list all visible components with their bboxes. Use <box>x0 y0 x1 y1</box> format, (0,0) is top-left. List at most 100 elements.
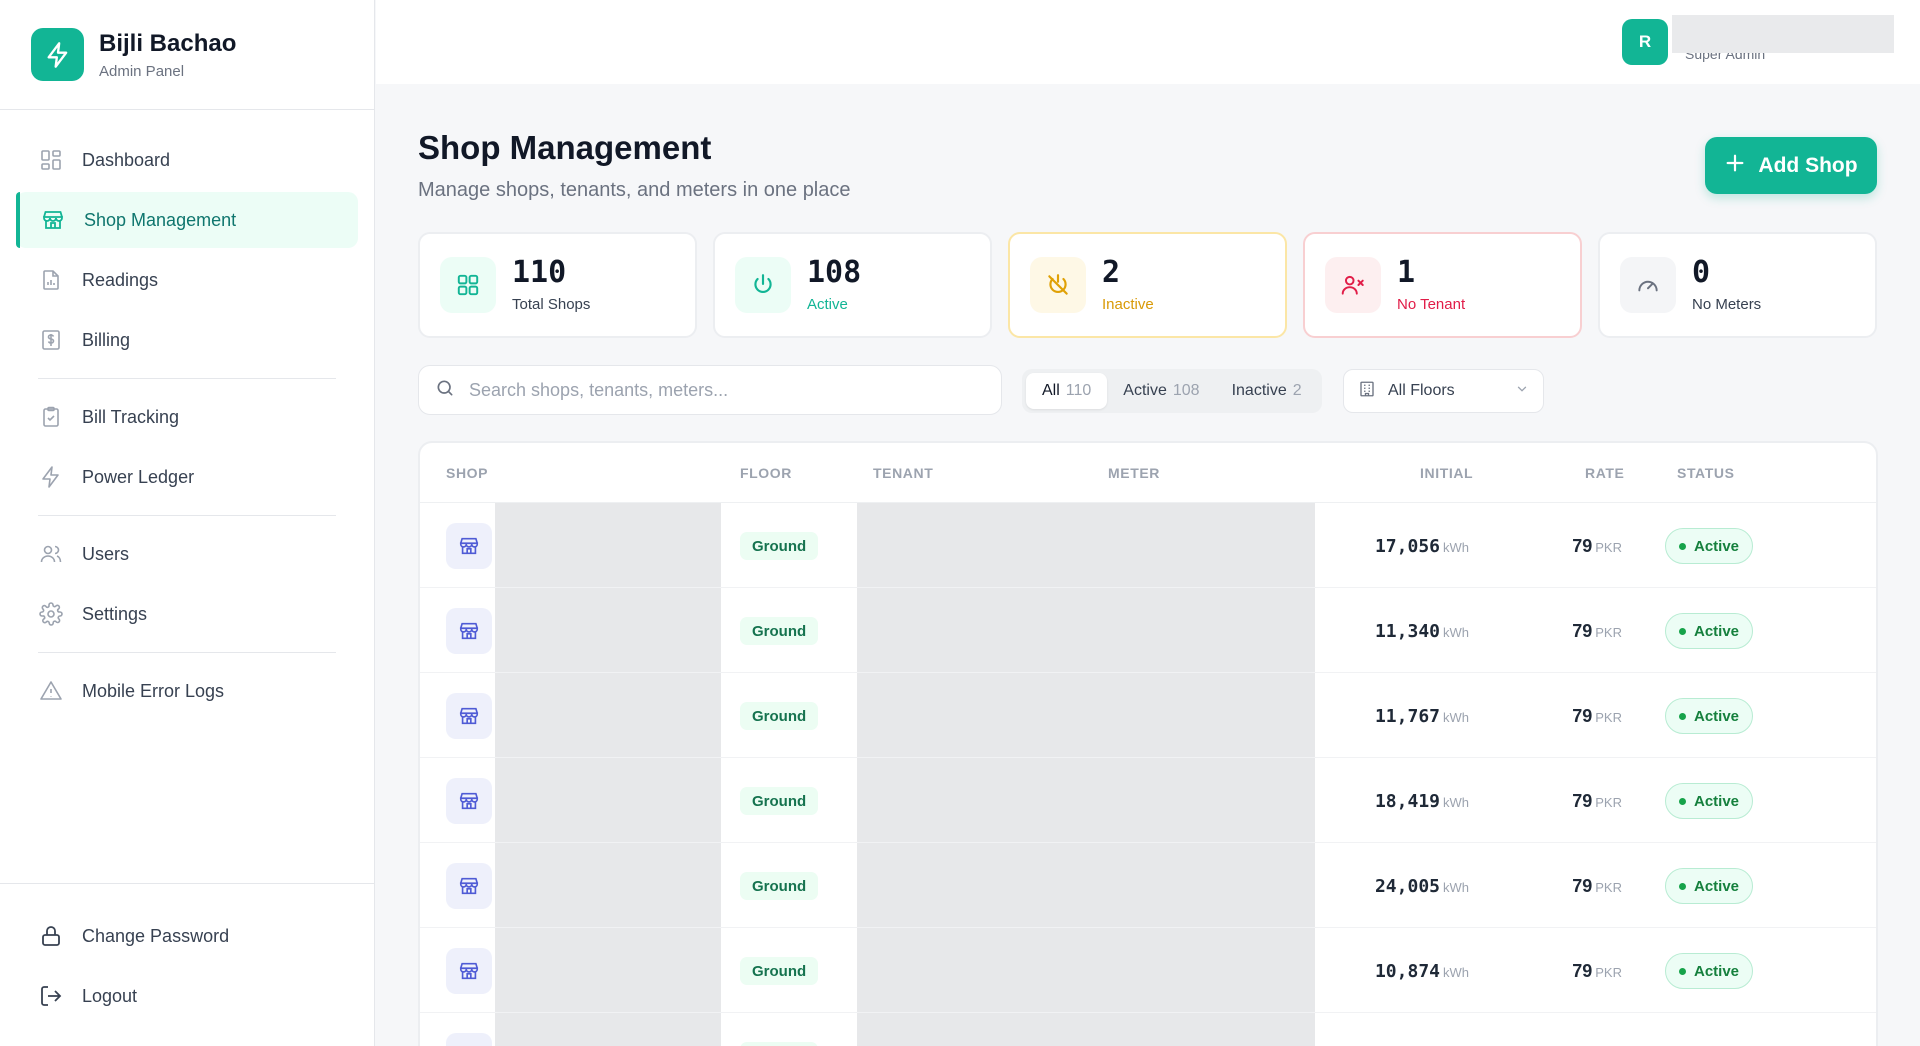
tenant-meter-redacted <box>857 673 1315 757</box>
logout-button[interactable]: Logout <box>16 968 358 1024</box>
power-icon <box>735 257 791 313</box>
stat-value: 0 <box>1692 254 1711 290</box>
sidebar-item-power-ledger[interactable]: Power Ledger <box>16 449 358 505</box>
rate-value: 79 <box>1572 621 1593 641</box>
shop-name-redacted <box>495 843 721 927</box>
initial-reading: 17,056 kWh <box>1375 536 1469 557</box>
tenant-meter-redacted <box>857 503 1315 587</box>
table-row[interactable]: Ground 24,005 kWh 79 PKR Active <box>420 843 1876 928</box>
stat-card-total-shops[interactable]: 110 Total Shops <box>418 232 697 338</box>
shop-name-redacted <box>495 758 721 842</box>
table-row[interactable]: Ground 11,767 kWh 79 PKR Active <box>420 673 1876 758</box>
search-input[interactable] <box>469 379 989 401</box>
power-off-icon <box>1030 257 1086 313</box>
initial-unit: kWh <box>1443 965 1469 980</box>
rate: 79 PKR <box>1572 876 1622 897</box>
column-header-floor[interactable]: FLOOR <box>740 465 792 481</box>
sidebar-item-settings[interactable]: Settings <box>16 586 358 642</box>
shop-name-redacted <box>495 503 721 587</box>
billing-icon <box>38 327 64 353</box>
sidebar-item-billing[interactable]: Billing <box>16 312 358 368</box>
status-badge[interactable]: Active <box>1665 868 1754 904</box>
table-row[interactable]: Ground 10,874 kWh 79 PKR Active <box>420 928 1876 1013</box>
rate: 79 PKR <box>1572 706 1622 727</box>
status-label: Active <box>1694 622 1740 640</box>
tenant-meter-redacted <box>857 1013 1315 1046</box>
filter-tab-count: 2 <box>1292 382 1302 399</box>
status-badge[interactable]: Active <box>1665 613 1754 649</box>
initial-value: 18,419 <box>1374 791 1440 812</box>
sidebar-item-bill-tracking[interactable]: Bill Tracking <box>16 389 358 445</box>
column-header-status[interactable]: STATUS <box>1677 465 1735 481</box>
floor-select[interactable]: All Floors <box>1343 369 1544 413</box>
table-body: Ground 17,056 kWh 79 PKR Active Ground 11,… <box>420 503 1876 1046</box>
table-row[interactable]: Ground 17,056 kWh 79 PKR Active <box>420 503 1876 588</box>
sidebar-item-readings[interactable]: Readings <box>16 252 358 308</box>
store-icon <box>446 608 492 654</box>
sidebar-item-shop-management[interactable]: Shop Management <box>16 192 358 248</box>
stat-label: No Tenant <box>1397 295 1466 313</box>
status-badge[interactable]: Active <box>1665 528 1754 564</box>
dashboard-icon <box>38 147 64 173</box>
sidebar-item-users[interactable]: Users <box>16 526 358 582</box>
filter-tab-inactive[interactable]: Inactive 2 <box>1216 373 1318 409</box>
table-row[interactable]: Ground <box>420 1013 1876 1046</box>
rate-unit: PKR <box>1595 795 1622 810</box>
status-badge[interactable]: Active <box>1665 783 1754 819</box>
sidebar-item-label: Change Password <box>82 925 230 946</box>
grid-icon <box>440 257 496 313</box>
initial-reading: 11,767 kWh <box>1375 706 1469 727</box>
table-row[interactable]: Ground 11,340 kWh 79 PKR Active <box>420 588 1876 673</box>
stat-card-no-tenant[interactable]: 1 No Tenant <box>1303 232 1582 338</box>
filter-tab-label: Active <box>1123 382 1167 399</box>
floor-badge: Ground <box>740 1042 819 1046</box>
stat-label: Inactive <box>1102 295 1154 313</box>
status-dot <box>1679 797 1686 805</box>
sidebar-item-dashboard[interactable]: Dashboard <box>16 132 358 188</box>
store-icon <box>446 693 492 739</box>
stat-card-active[interactable]: 108 Active <box>713 232 992 338</box>
status-label: Active <box>1694 537 1740 555</box>
column-header-meter[interactable]: METER <box>1108 465 1160 481</box>
sidebar-item-label: Mobile Error Logs <box>82 680 225 701</box>
shop-name-redacted <box>495 928 721 1012</box>
column-header-rate[interactable]: RATE <box>1585 465 1624 481</box>
status-badge[interactable]: Active <box>1665 698 1754 734</box>
brand: Bijli Bachao Admin Panel <box>0 0 374 110</box>
status-dot <box>1679 542 1686 550</box>
filter-tab-count: 108 <box>1172 382 1200 399</box>
column-header-shop[interactable]: SHOP <box>446 465 488 481</box>
initial-value: 24,005 <box>1374 876 1440 897</box>
table-row[interactable]: Ground 18,419 kWh 79 PKR Active <box>420 758 1876 843</box>
shop-name-redacted <box>495 673 721 757</box>
status-badge[interactable]: Active <box>1665 953 1754 989</box>
rate-unit: PKR <box>1595 880 1622 895</box>
status-dot <box>1679 882 1686 890</box>
stat-label: Total Shops <box>512 295 591 313</box>
floor-badge: Ground <box>740 872 819 900</box>
filter-tab-label: Inactive <box>1231 382 1287 399</box>
sidebar-item-mobile-error-logs[interactable]: Mobile Error Logs <box>16 663 358 719</box>
logout-icon <box>38 983 64 1009</box>
add-shop-button[interactable]: Add Shop <box>1705 137 1877 194</box>
stat-value: 108 <box>807 254 862 290</box>
building-icon <box>1358 380 1376 403</box>
stat-card-no-meters[interactable]: 0 No Meters <box>1598 232 1877 338</box>
filter-toolbar: All 110 Active 108 Inactive 2 All Floors <box>418 365 1878 415</box>
stat-card-inactive[interactable]: 2 Inactive <box>1008 232 1287 338</box>
column-header-initial[interactable]: INITIAL <box>1420 465 1473 481</box>
status-label: Active <box>1694 707 1740 725</box>
initial-reading: 18,419 kWh <box>1375 791 1469 812</box>
filter-tab-active[interactable]: Active 108 <box>1107 373 1215 409</box>
avatar[interactable]: R <box>1622 19 1668 65</box>
floor-badge: Ground <box>740 702 819 730</box>
initial-value: 11,340 <box>1374 621 1440 642</box>
lightning-logo-icon <box>31 28 84 81</box>
rate-value: 79 <box>1572 961 1593 981</box>
column-header-tenant[interactable]: TENANT <box>873 465 933 481</box>
filter-tab-all[interactable]: All 110 <box>1026 373 1108 409</box>
rate: 79 PKR <box>1572 961 1622 982</box>
floor-badge: Ground <box>740 787 819 815</box>
change-password-button[interactable]: Change Password <box>16 908 358 964</box>
floor-select-value: All Floors <box>1388 382 1455 399</box>
